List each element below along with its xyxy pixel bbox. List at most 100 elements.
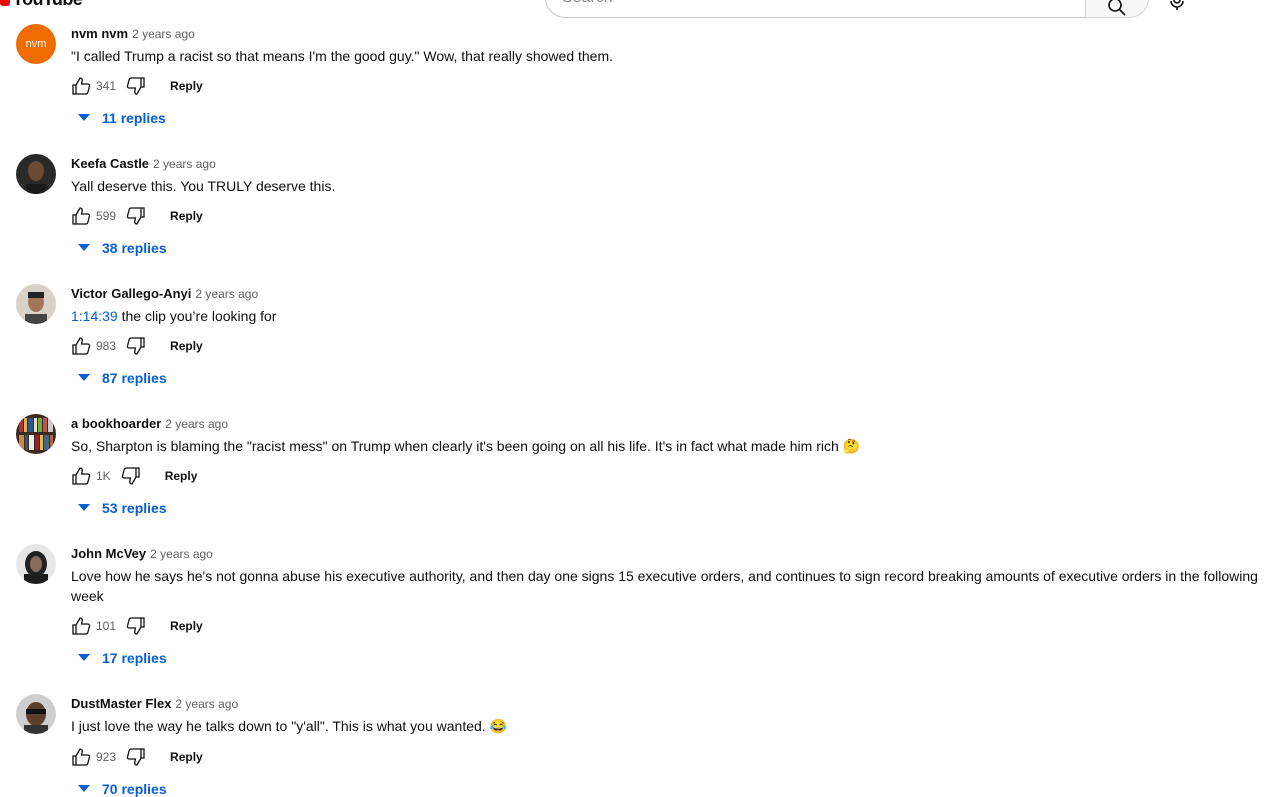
comment-author[interactable]: Keefa Castle bbox=[71, 156, 149, 171]
like-count: 923 bbox=[96, 750, 117, 764]
replies-label: 70 replies bbox=[102, 781, 167, 797]
comment-header: a bookhoarder 2 years ago bbox=[71, 416, 228, 432]
search-button[interactable] bbox=[1085, 0, 1149, 18]
thumbs-down-icon bbox=[126, 207, 145, 225]
reply-button[interactable]: Reply bbox=[170, 209, 203, 223]
comment-header: John McVey 2 years ago bbox=[71, 546, 213, 562]
like-button[interactable] bbox=[71, 466, 91, 486]
avatar[interactable] bbox=[16, 544, 56, 584]
comment-text: I just love the way he talks down to "y'… bbox=[71, 718, 507, 734]
replies-label: 17 replies bbox=[102, 650, 167, 666]
dislike-button[interactable] bbox=[126, 616, 146, 636]
replies-label: 38 replies bbox=[102, 240, 167, 256]
like-count: 983 bbox=[96, 339, 117, 353]
comment-time[interactable]: 2 years ago bbox=[132, 27, 195, 41]
thumbs-down-icon bbox=[126, 337, 145, 355]
view-replies-button[interactable]: 53 replies bbox=[78, 500, 167, 516]
comment-thread: John McVey 2 years ago Love how he says h… bbox=[0, 544, 1283, 694]
comment-header: Victor Gallego-Anyi 2 years ago bbox=[71, 286, 258, 302]
comment-author[interactable]: DustMaster Flex bbox=[71, 696, 171, 711]
reply-button[interactable]: Reply bbox=[170, 750, 203, 764]
caret-down-icon bbox=[78, 504, 90, 511]
comment-time[interactable]: 2 years ago bbox=[195, 287, 258, 301]
view-replies-button[interactable]: 38 replies bbox=[78, 240, 167, 256]
avatar-image bbox=[16, 694, 56, 734]
youtube-logo[interactable]: YouTube bbox=[0, 0, 83, 10]
caret-down-icon bbox=[78, 114, 90, 121]
avatar-image bbox=[16, 154, 56, 194]
thumbs-up-icon bbox=[72, 207, 91, 225]
avatar-image bbox=[16, 284, 56, 324]
comment-actions: 341 Reply bbox=[71, 74, 203, 98]
comment-time[interactable]: 2 years ago bbox=[150, 547, 213, 561]
like-button[interactable] bbox=[71, 616, 91, 636]
comment-author[interactable]: nvm nvm bbox=[71, 26, 128, 41]
comment-header: Keefa Castle 2 years ago bbox=[71, 156, 216, 172]
like-button[interactable] bbox=[71, 206, 91, 226]
view-replies-button[interactable]: 87 replies bbox=[78, 370, 167, 386]
search-icon bbox=[1108, 0, 1126, 16]
replies-label: 11 replies bbox=[102, 110, 166, 126]
comment-actions: 983 Reply bbox=[71, 334, 203, 358]
comment-header: DustMaster Flex 2 years ago bbox=[71, 696, 238, 712]
logo-text: YouTube bbox=[12, 0, 83, 10]
comment-header: nvm nvm 2 years ago bbox=[71, 26, 195, 42]
reply-button[interactable]: Reply bbox=[170, 79, 203, 93]
comment-author[interactable]: John McVey bbox=[71, 546, 146, 561]
reply-button[interactable]: Reply bbox=[165, 469, 198, 483]
dislike-button[interactable] bbox=[126, 336, 146, 356]
comment-time[interactable]: 2 years ago bbox=[153, 157, 216, 171]
avatar[interactable]: nvm bbox=[16, 24, 56, 64]
comment-time[interactable]: 2 years ago bbox=[175, 697, 238, 711]
like-count: 101 bbox=[96, 619, 117, 633]
comment-text: Love how he says he's not gonna abuse hi… bbox=[71, 568, 1258, 604]
comment-text: Yall deserve this. You TRULY deserve thi… bbox=[71, 178, 336, 194]
avatar[interactable] bbox=[16, 414, 56, 454]
caret-down-icon bbox=[78, 244, 90, 251]
view-replies-button[interactable]: 11 replies bbox=[78, 110, 166, 126]
dislike-button[interactable] bbox=[126, 206, 146, 226]
thumbs-up-icon bbox=[72, 337, 91, 355]
comment-author[interactable]: a bookhoarder bbox=[71, 416, 161, 431]
thumbs-up-icon bbox=[72, 617, 91, 635]
view-replies-button[interactable]: 17 replies bbox=[78, 650, 167, 666]
avatar[interactable] bbox=[16, 154, 56, 194]
comment-time[interactable]: 2 years ago bbox=[165, 417, 228, 431]
thumbs-down-icon bbox=[121, 467, 140, 485]
microphone-icon bbox=[1170, 0, 1184, 10]
comment-text-body: the clip you’re looking for bbox=[117, 308, 277, 324]
like-button[interactable] bbox=[71, 336, 91, 356]
comment-thread: DustMaster Flex 2 years ago I just love t… bbox=[0, 694, 1283, 797]
comment-text: 1:14:39 the clip you’re looking for bbox=[71, 306, 1261, 326]
dislike-button[interactable] bbox=[121, 466, 141, 486]
thumbs-down-icon bbox=[126, 617, 145, 635]
comment-actions: 923 Reply bbox=[71, 745, 203, 769]
comment-thread: nvm nvm nvm 2 years ago "I called Trump a… bbox=[0, 24, 1283, 154]
comment-text: So, Sharpton is blaming the "racist mess… bbox=[71, 438, 861, 454]
avatar[interactable] bbox=[16, 694, 56, 734]
comment-thread: Victor Gallego-Anyi 2 years ago 1:14:39 t… bbox=[0, 284, 1283, 414]
comment-thread: a bookhoarder 2 years ago So, Sharpton is… bbox=[0, 414, 1283, 544]
avatar-image bbox=[16, 414, 56, 454]
caret-down-icon bbox=[78, 785, 90, 792]
like-count: 341 bbox=[96, 79, 117, 93]
comment-thread: Keefa Castle 2 years ago Yall deserve thi… bbox=[0, 154, 1283, 284]
like-button[interactable] bbox=[71, 747, 91, 767]
voice-search-button[interactable] bbox=[1166, 0, 1188, 12]
search-box[interactable] bbox=[545, 0, 1085, 18]
reply-button[interactable]: Reply bbox=[170, 619, 203, 633]
like-button[interactable] bbox=[71, 76, 91, 96]
search-input[interactable] bbox=[562, 0, 1062, 17]
caret-down-icon bbox=[78, 374, 90, 381]
comment-author[interactable]: Victor Gallego-Anyi bbox=[71, 286, 191, 301]
thumbs-up-icon bbox=[72, 467, 91, 485]
view-replies-button[interactable]: 70 replies bbox=[78, 781, 167, 797]
like-count: 1K bbox=[96, 469, 111, 483]
dislike-button[interactable] bbox=[126, 747, 146, 767]
comment-actions: 1K Reply bbox=[71, 464, 197, 488]
avatar[interactable] bbox=[16, 284, 56, 324]
timestamp-link[interactable]: 1:14:39 bbox=[71, 308, 118, 324]
reply-button[interactable]: Reply bbox=[170, 339, 203, 353]
thumbs-up-icon bbox=[72, 748, 91, 766]
dislike-button[interactable] bbox=[126, 76, 146, 96]
